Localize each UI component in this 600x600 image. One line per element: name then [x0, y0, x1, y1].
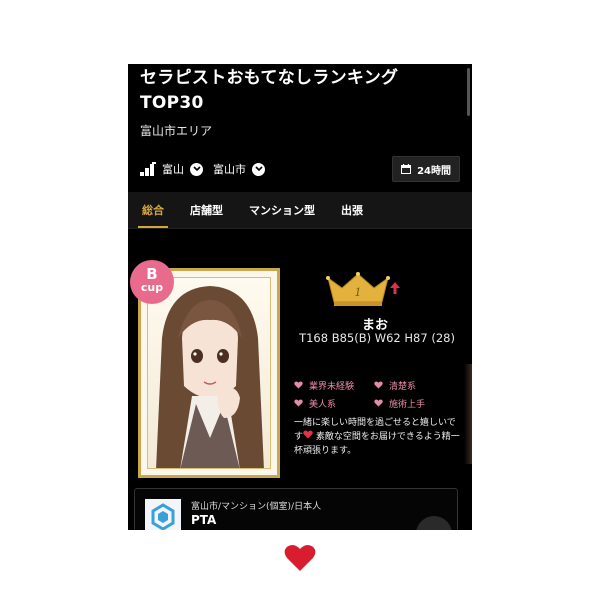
shop-card[interactable]: 富山市/マンション(個室)/日本人 PTA	[134, 488, 458, 530]
tab-mansion[interactable]: マンション型	[245, 192, 319, 228]
tag-item: 施術上手	[374, 397, 454, 410]
location-filter-row: 富山 富山市 24時間	[140, 156, 460, 182]
heart-icon	[284, 544, 316, 571]
tag-item: 美人系	[294, 397, 374, 410]
stairs-icon	[140, 162, 156, 176]
page-title-line2: TOP30	[140, 93, 204, 113]
tab-overall[interactable]: 総合	[138, 192, 168, 228]
heart-icon	[303, 430, 313, 439]
heart-icon	[294, 381, 303, 389]
tag-label: 美人系	[309, 399, 337, 410]
cup-badge: B cup	[130, 260, 174, 304]
arrow-up-icon	[390, 282, 400, 294]
page-title: セラピストおもてなしランキング TOP30	[140, 66, 460, 116]
heart-icon	[374, 399, 383, 407]
shop-name[interactable]: PTA	[191, 513, 216, 527]
tag-label: 施術上手	[389, 399, 426, 410]
tab-dispatch[interactable]: 出張	[337, 192, 367, 228]
cup-letter: B	[146, 265, 158, 283]
therapist-measurements: T168 B85(B) W62 H87 (28)	[299, 331, 455, 345]
category-tabs: 総合 店舗型 マンション型 出張	[128, 192, 472, 229]
therapist-tags: 業界未経験 清楚系 美人系 施術上手	[294, 376, 464, 412]
hours-filter-button[interactable]: 24時間	[392, 156, 460, 182]
therapist-description: 一緒に楽しい時間を過ごせると嬉しいです 素敵な空間をお届けできるよう精一杯頑張り…	[294, 416, 460, 458]
tag-label: 清楚系	[389, 381, 417, 392]
chevron-down-icon[interactable]	[252, 162, 265, 176]
tag-item: 清楚系	[374, 379, 454, 392]
heart-icon	[294, 399, 303, 407]
shop-meta: 富山市/マンション(個室)/日本人	[191, 502, 322, 512]
prefecture-select-label[interactable]: 富山	[162, 161, 184, 177]
tab-store[interactable]: 店舗型	[186, 192, 227, 228]
hours-filter-label: 24時間	[417, 165, 451, 177]
scrollbar[interactable]	[467, 68, 470, 116]
tag-item: 業界未経験	[294, 379, 374, 392]
city-select-label[interactable]: 富山市	[213, 161, 246, 177]
shop-logo-icon	[151, 503, 175, 530]
description-text-continued: 素敵な空間をお届けできるよう精一杯頑張ります。	[294, 432, 460, 456]
rank-number: 1	[354, 286, 362, 299]
therapist-portrait	[156, 286, 264, 468]
calendar-icon	[401, 164, 412, 174]
page-header: セラピストおもてなしランキング TOP30 富山市エリア	[128, 64, 472, 139]
heart-icon	[374, 381, 383, 389]
page-title-line1: セラピストおもてなしランキング	[140, 68, 399, 88]
therapist-photo-frame	[147, 277, 271, 469]
chevron-down-icon[interactable]	[190, 162, 203, 176]
tag-label: 業界未経験	[309, 381, 355, 392]
next-card-peek	[464, 364, 472, 464]
rank-indicator: 1	[318, 272, 438, 312]
area-label: 富山市エリア	[140, 124, 213, 138]
app-screen: セラピストおもてなしランキング TOP30 富山市エリア 富山 富山市 24時間…	[128, 64, 472, 530]
cup-word: cup	[140, 281, 164, 294]
shop-logo	[145, 499, 181, 530]
